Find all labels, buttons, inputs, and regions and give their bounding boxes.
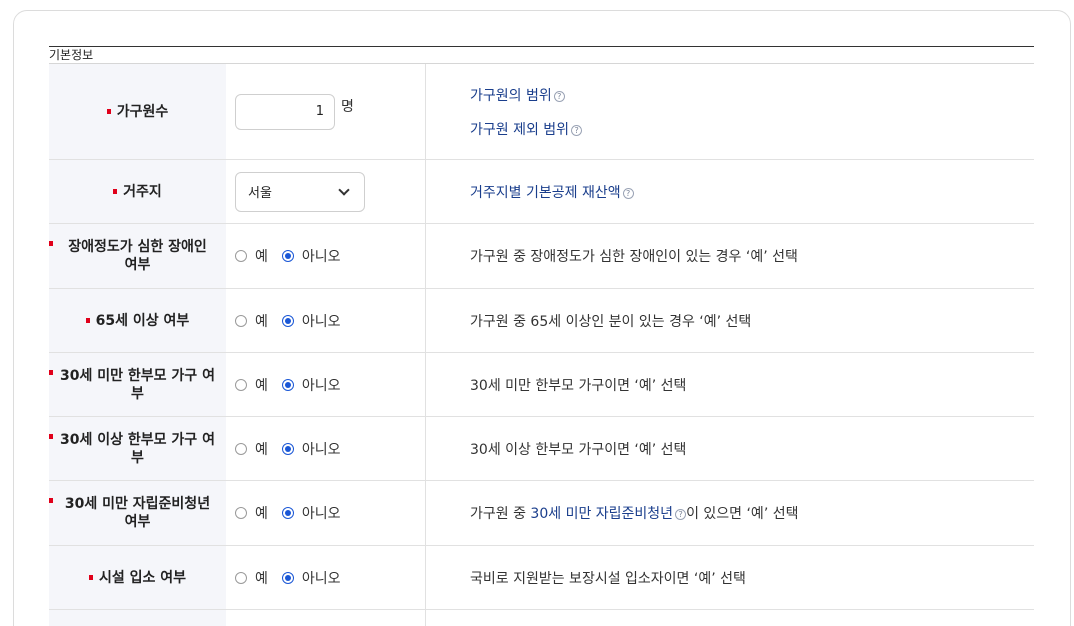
row-facility-resident: 시설 입소 여부 예 아니오 국비로 지원받는 보장시설 입소자이면 ‘예’ 선… xyxy=(49,546,1034,610)
unit-label: 명 xyxy=(341,98,354,115)
row-info: 국비로 지원받는 보장시설 입소자이면 ‘예’ 선택 xyxy=(426,546,1034,609)
required-marker-icon xyxy=(49,434,53,439)
select-value: 서울 xyxy=(248,186,272,201)
row-control xyxy=(226,610,426,626)
row-description: 국비로 지원받는 보장시설 입소자이면 ‘예’ 선택 xyxy=(470,570,746,587)
required-marker-icon xyxy=(113,189,118,194)
row-info: 거주지별 기본공제 재산액? xyxy=(426,160,1034,223)
required-marker-icon xyxy=(49,498,53,503)
radio-no[interactable] xyxy=(281,378,294,391)
row-description: 가구원 중 30세 미만 자립준비청년? 이 있으면 ‘예’ 선택 xyxy=(470,506,799,522)
link-household-scope[interactable]: 가구원의 범위? xyxy=(470,85,1034,105)
row-header: 거주지 xyxy=(49,160,226,223)
row-description: 가구원 중 장애정도가 심한 장애인이 있는 경우 ‘예’ 선택 xyxy=(470,249,798,265)
row-control: 예 아니오 xyxy=(226,289,426,352)
row-info: 가구원 중 65세 이상인 분이 있는 경우 ‘예’ 선택 xyxy=(426,289,1034,352)
row-info xyxy=(426,610,1034,626)
row-info: 가구원의 범위? 가구원 제외 범위? xyxy=(426,64,1034,159)
row-single-parent-30-plus: 30세 이상 한부모 가구 여부 예 아니오 30세 이상 한부모 가구이면 ‘… xyxy=(49,417,1034,481)
row-header: 시설 입소 여부 xyxy=(49,546,226,609)
row-control: 예 아니오 xyxy=(226,481,426,545)
row-label: 장애정도가 심한 장애인 여부 xyxy=(68,239,207,273)
row-residence: 거주지 서울 거주지별 기본공제 재산액? xyxy=(49,160,1034,224)
row-control: 예 아니오 xyxy=(226,546,426,609)
row-severe-disability: 장애정도가 심한 장애인 여부 예 아니오 가구원 중 장애정도가 심한 장애인이… xyxy=(49,224,1034,289)
row-age-65: 65세 이상 여부 예 아니오 가구원 중 65세 이상인 분이 있는 경우 ‘… xyxy=(49,289,1034,353)
row-label: 30세 이상 한부모 가구 여부 xyxy=(60,431,215,466)
help-question-icon[interactable]: ? xyxy=(675,509,687,520)
row-label: 30세 미만 한부모 가구 여부 xyxy=(60,367,215,402)
row-label: 30세 미만 자립준비청년 여부 xyxy=(64,496,211,530)
radio-group: 예 아니오 xyxy=(235,503,355,523)
row-control: 서울 xyxy=(226,160,426,223)
radio-group: 예 아니오 xyxy=(235,439,355,459)
row-header: 장애정도가 심한 장애인 여부 xyxy=(49,224,226,288)
radio-no[interactable] xyxy=(281,571,294,584)
row-header xyxy=(49,610,226,626)
link-residence-deduction[interactable]: 거주지별 기본공제 재산액? xyxy=(470,182,1034,202)
radio-yes[interactable] xyxy=(235,378,247,391)
help-question-icon[interactable]: ? xyxy=(553,90,565,102)
radio-yes[interactable] xyxy=(235,571,247,584)
row-header: 30세 미만 한부모 가구 여부 xyxy=(49,353,226,416)
row-info: 30세 이상 한부모 가구이면 ‘예’ 선택 xyxy=(426,417,1034,480)
row-label: 65세 이상 여부 xyxy=(95,312,190,329)
link-household-exclude[interactable]: 가구원 제외 범위? xyxy=(470,119,1034,139)
radio-group: 예 아니오 xyxy=(235,568,355,588)
row-header: 가구원수 xyxy=(49,64,226,159)
section-caption: 기본정보 xyxy=(49,46,1034,64)
row-label: 가구원수 xyxy=(116,103,169,120)
radio-group: 예 아니오 xyxy=(235,375,355,395)
radio-no[interactable] xyxy=(281,507,294,519)
row-header: 30세 미만 자립준비청년 여부 xyxy=(49,481,226,545)
link-youth-independence[interactable]: 30세 미만 자립준비청년 xyxy=(530,506,673,522)
required-marker-icon xyxy=(49,241,53,246)
help-question-icon[interactable]: ? xyxy=(571,124,583,136)
basic-info-table: 가구원수 명 가구원의 범위? 가구원 제외 범위? 거주지 서울 xyxy=(49,63,1034,626)
row-info: 30세 미만 한부모 가구이면 ‘예’ 선택 xyxy=(426,353,1034,416)
radio-no[interactable] xyxy=(281,250,294,262)
radio-no[interactable] xyxy=(281,442,294,455)
row-header: 65세 이상 여부 xyxy=(49,289,226,352)
row-youth-independence: 30세 미만 자립준비청년 여부 예 아니오 가구원 중 30세 미만 자립준비청… xyxy=(49,481,1034,546)
household-count-input[interactable] xyxy=(235,93,335,130)
help-question-icon[interactable]: ? xyxy=(622,187,634,199)
required-marker-icon xyxy=(85,318,90,323)
required-marker-icon xyxy=(106,109,111,114)
row-description: 가구원 중 65세 이상인 분이 있는 경우 ‘예’ 선택 xyxy=(470,313,752,330)
chevron-down-icon xyxy=(338,183,350,196)
row-partial xyxy=(49,610,1034,626)
required-marker-icon xyxy=(88,575,93,580)
row-label: 거주지 xyxy=(123,183,162,200)
residence-select[interactable]: 서울 xyxy=(235,171,365,212)
row-control: 명 xyxy=(226,64,426,159)
row-label: 시설 입소 여부 xyxy=(98,569,187,586)
radio-yes[interactable] xyxy=(235,314,247,327)
row-description: 30세 미만 한부모 가구이면 ‘예’ 선택 xyxy=(470,377,687,394)
radio-yes[interactable] xyxy=(235,250,247,262)
row-info: 가구원 중 장애정도가 심한 장애인이 있는 경우 ‘예’ 선택 xyxy=(426,224,1034,288)
radio-no[interactable] xyxy=(281,314,294,327)
row-header: 30세 이상 한부모 가구 여부 xyxy=(49,417,226,480)
radio-group: 예 아니오 xyxy=(235,246,355,266)
required-marker-icon xyxy=(49,370,53,375)
row-control: 예 아니오 xyxy=(226,417,426,480)
radio-yes[interactable] xyxy=(235,442,247,455)
row-description: 30세 이상 한부모 가구이면 ‘예’ 선택 xyxy=(470,441,687,458)
row-control: 예 아니오 xyxy=(226,224,426,288)
radio-yes[interactable] xyxy=(235,507,247,519)
row-control: 예 아니오 xyxy=(226,353,426,416)
radio-group: 예 아니오 xyxy=(235,311,355,331)
row-single-parent-under-30: 30세 미만 한부모 가구 여부 예 아니오 30세 미만 한부모 가구이면 ‘… xyxy=(49,353,1034,417)
row-household-count: 가구원수 명 가구원의 범위? 가구원 제외 범위? xyxy=(49,64,1034,160)
row-info: 가구원 중 30세 미만 자립준비청년? 이 있으면 ‘예’ 선택 xyxy=(426,481,1034,545)
